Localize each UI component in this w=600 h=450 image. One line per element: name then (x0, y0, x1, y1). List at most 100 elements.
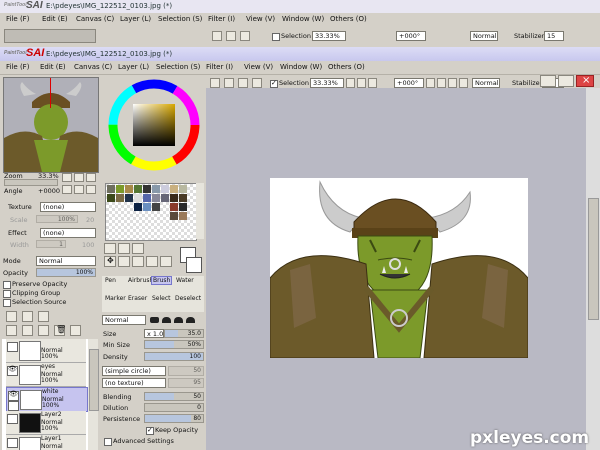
brush-texture-select[interactable]: (no texture) (102, 378, 166, 388)
move-tool[interactable]: ✥ (104, 256, 116, 267)
density-slider[interactable]: 100 (144, 352, 204, 361)
blending-slider[interactable]: 50 (144, 392, 204, 401)
canvas-vertical-scrollbar[interactable] (586, 88, 600, 450)
eyedropper-tool[interactable] (160, 256, 172, 267)
nav-rotate-right-button[interactable] (74, 185, 84, 194)
tool-select[interactable]: Select (152, 295, 171, 302)
back-rotation-field[interactable]: +000° (396, 31, 426, 41)
visibility-toggle[interactable] (7, 438, 18, 448)
texture-select[interactable]: (none) (40, 202, 96, 212)
back-tool-button-3[interactable] (240, 31, 250, 41)
nav-zoom-reset-button[interactable] (86, 173, 96, 182)
color-wheel[interactable] (107, 78, 201, 172)
zoom-field[interactable]: 33.33% (310, 78, 344, 88)
close-button[interactable]: × (576, 75, 594, 87)
layer-opacity-slider[interactable]: 100% (36, 268, 96, 277)
tool-airbrush[interactable]: Airbrush (128, 277, 153, 284)
back-selection-checkbox[interactable] (272, 33, 280, 41)
magic-wand-tool[interactable] (132, 243, 144, 254)
tool-deselect[interactable]: Deselect (175, 295, 201, 302)
nav-zoom-in-button[interactable] (74, 173, 84, 182)
layer-row[interactable]: Layer1 Normal (6, 435, 86, 450)
brush-mode-select[interactable]: Normal (102, 315, 146, 325)
back-menu-view[interactable]: View (V) (246, 15, 275, 23)
rotation-field[interactable]: +000° (394, 78, 424, 88)
nav-rotate-left-button[interactable] (62, 185, 72, 194)
advanced-settings-checkbox[interactable] (104, 438, 112, 446)
layer-row[interactable]: Normal 100% (6, 339, 86, 363)
swatch[interactable] (143, 194, 151, 202)
new-layer-button[interactable] (6, 311, 17, 322)
back-menu-file[interactable]: File (F) (6, 15, 29, 23)
selection-source-checkbox[interactable] (3, 299, 11, 307)
swatch-palette[interactable] (105, 183, 197, 241)
nav-zoom-out-button[interactable] (62, 173, 72, 182)
layers-scrollbar[interactable] (88, 339, 99, 450)
zoom-slider[interactable] (4, 179, 58, 186)
back-tool-button-2[interactable] (226, 31, 236, 41)
canvas-scroll-thumb[interactable] (588, 198, 599, 320)
swatch[interactable] (134, 203, 142, 211)
navigator-preview[interactable] (3, 77, 99, 173)
selection-checkbox[interactable]: ✓ (270, 79, 278, 88)
palette-scrollbar[interactable] (196, 183, 204, 239)
rect-select-tool[interactable] (104, 243, 116, 254)
size-multiplier[interactable]: x 1.0 (144, 329, 164, 338)
swatch[interactable] (170, 212, 178, 220)
menu-others[interactable]: Others (O) (328, 63, 365, 71)
menu-window[interactable]: Window (W) (280, 63, 322, 71)
menu-canvas[interactable]: Canvas (C) (74, 63, 112, 71)
rotate-left-button[interactable] (426, 78, 435, 88)
rotate-tool[interactable] (132, 256, 144, 267)
zoom-reset-button[interactable] (368, 78, 377, 88)
blend-mode-field[interactable]: Normal (472, 78, 500, 88)
new-mask-button[interactable] (6, 325, 17, 336)
maximize-button[interactable] (558, 75, 574, 87)
transfer-down-button[interactable] (38, 311, 49, 322)
back-menu-others[interactable]: Others (O) (330, 15, 367, 23)
hand-tool[interactable] (146, 256, 158, 267)
swatch[interactable] (152, 203, 160, 211)
menu-view[interactable]: View (V) (244, 63, 273, 71)
swatch[interactable] (179, 212, 187, 220)
back-blend-field[interactable]: Normal (470, 31, 498, 41)
swatch[interactable] (116, 194, 124, 202)
swatch[interactable] (179, 185, 187, 193)
visibility-toggle[interactable] (7, 342, 18, 352)
tool-marker[interactable]: Marker (105, 295, 126, 302)
back-menu-canvas[interactable]: Canvas (C) (76, 15, 114, 23)
deselect-button[interactable] (210, 78, 220, 88)
menu-edit[interactable]: Edit (E) (40, 63, 66, 71)
swatch[interactable] (170, 194, 178, 202)
swatch[interactable] (152, 194, 160, 202)
canvas-artwork[interactable] (270, 178, 528, 358)
layers-scroll-thumb[interactable] (89, 349, 99, 411)
swatch[interactable] (143, 185, 151, 193)
tool-eraser[interactable]: Eraser (128, 295, 147, 302)
clipping-group-checkbox[interactable] (3, 290, 11, 298)
keep-opacity-checkbox[interactable]: ✓ (146, 426, 154, 435)
show-selection-button[interactable] (238, 78, 248, 88)
back-menu-filter[interactable]: Filter (I) (208, 15, 235, 23)
minimize-button[interactable] (540, 75, 556, 87)
zoom-tool[interactable] (118, 256, 130, 267)
zoom-out-button[interactable] (346, 78, 355, 88)
tool-brush-selected[interactable]: Brush (151, 276, 173, 285)
swatch[interactable] (161, 194, 169, 202)
swatch[interactable] (125, 185, 133, 193)
swatch[interactable] (134, 185, 142, 193)
canvas-area[interactable] (206, 88, 586, 450)
swatch[interactable] (107, 194, 115, 202)
clear-layer-button[interactable] (70, 325, 81, 336)
swatch[interactable] (170, 203, 178, 211)
swatch[interactable] (143, 203, 151, 211)
swatch[interactable] (107, 185, 115, 193)
merge-mask-button[interactable] (38, 325, 49, 336)
effect-select[interactable]: (none) (40, 228, 96, 238)
crop-button[interactable] (252, 78, 262, 88)
visibility-toggle[interactable]: 👁 (7, 365, 18, 376)
flip-button[interactable] (459, 78, 468, 88)
menu-filter[interactable]: Filter (I) (206, 63, 233, 71)
menu-file[interactable]: File (F) (6, 63, 29, 71)
back-zoom-field[interactable]: 33.33% (312, 31, 346, 41)
